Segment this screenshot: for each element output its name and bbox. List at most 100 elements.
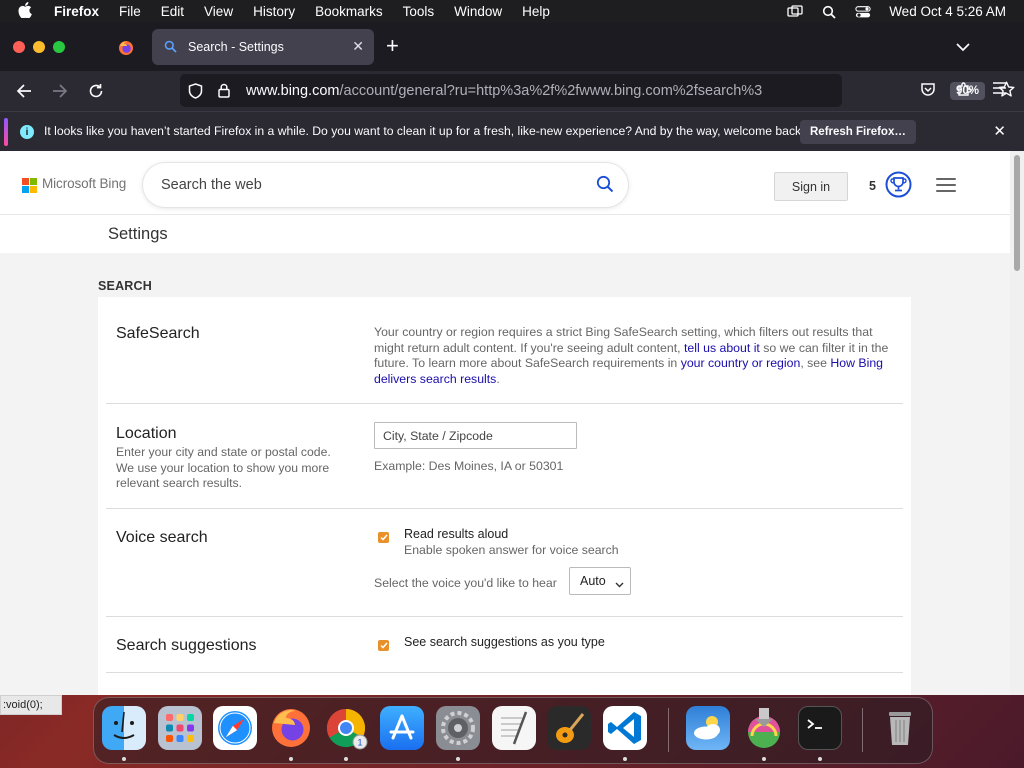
window-minimize-button[interactable] <box>33 41 45 53</box>
list-all-tabs-chevron-down-icon[interactable] <box>956 39 970 57</box>
read-aloud-label[interactable]: Read results aloud <box>404 527 508 541</box>
menu-edit[interactable]: Edit <box>161 4 184 19</box>
tab-close-icon[interactable]: ✕ <box>352 38 364 55</box>
dock-separator <box>668 708 669 752</box>
settings-running-dot <box>456 757 460 761</box>
sign-in-button[interactable]: Sign in <box>774 172 848 201</box>
bing-search-box[interactable] <box>143 163 628 207</box>
screen-mirroring-icon[interactable] <box>787 4 803 19</box>
spotlight-search-icon[interactable] <box>821 5 837 19</box>
vscode-icon[interactable] <box>603 706 647 750</box>
new-tab-button[interactable]: + <box>386 35 399 57</box>
safesearch-description: Your country or region requires a strict… <box>374 325 889 386</box>
window-maximize-button[interactable] <box>53 41 65 53</box>
extensions-puzzle-icon[interactable] <box>956 81 972 102</box>
search-suggestions-title: Search suggestions <box>116 637 257 654</box>
textedit-icon[interactable] <box>492 706 536 750</box>
dock: 1 <box>93 697 933 764</box>
info-icon: i <box>20 125 34 139</box>
installer-running-dot <box>762 757 766 761</box>
menu-history[interactable]: History <box>253 4 295 19</box>
rewards-trophy-icon[interactable] <box>885 171 912 203</box>
bing-brand-name[interactable]: Microsoft Bing <box>42 176 126 191</box>
trash-icon[interactable] <box>878 706 922 750</box>
system-settings-gear-icon[interactable] <box>436 706 480 750</box>
chrome-icon[interactable]: 1 <box>324 706 368 750</box>
bing-settings-page: Microsoft Bing Sign in 5 Settings SEARCH… <box>0 151 1010 695</box>
macos-installer-icon[interactable] <box>742 706 786 750</box>
firefox-running-dot <box>289 757 293 761</box>
site-lock-icon[interactable] <box>218 83 232 98</box>
weather-icon[interactable] <box>686 706 730 750</box>
menu-app-firefox[interactable]: Firefox <box>54 4 99 19</box>
menu-bookmarks[interactable]: Bookmarks <box>315 4 383 19</box>
location-description: Enter your city and state or postal code… <box>116 445 331 490</box>
vscode-running-dot <box>623 757 627 761</box>
terminal-running-dot <box>818 757 822 761</box>
pocket-icon[interactable] <box>920 81 936 102</box>
forward-arrow-icon[interactable] <box>50 81 70 101</box>
search-input[interactable] <box>161 174 581 196</box>
finder-icon[interactable] <box>102 706 146 750</box>
location-example: Example: Des Moines, IA or 50301 <box>374 459 564 473</box>
suggestions-checkbox[interactable] <box>378 640 389 651</box>
notification-message: It looks like you haven’t started Firefo… <box>44 124 805 138</box>
terminal-icon[interactable] <box>798 706 842 750</box>
country-region-link[interactable]: your country or region <box>681 356 801 370</box>
garageband-guitar-icon[interactable] <box>547 706 591 750</box>
notification-accent-bar <box>4 118 8 146</box>
back-arrow-icon[interactable] <box>14 81 34 101</box>
voice-select-label: Select the voice you'd like to hear <box>374 576 557 590</box>
navigation-toolbar: www.bing.com/account/general?ru=http%3a%… <box>0 71 1024 111</box>
bing-header: Microsoft Bing Sign in 5 <box>0 151 1010 215</box>
voice-search-title: Voice search <box>116 529 208 546</box>
finder-running-dot <box>122 757 126 761</box>
location-row: Location Enter your city and state or po… <box>106 404 903 509</box>
safari-icon[interactable] <box>213 706 257 750</box>
read-aloud-checkbox[interactable] <box>378 532 389 543</box>
reload-icon[interactable] <box>86 81 106 101</box>
menu-window[interactable]: Window <box>454 4 502 19</box>
search-suggestions-row: Search suggestions See search suggestion… <box>106 617 903 673</box>
refresh-firefox-notification: i It looks like you haven’t started Fire… <box>0 111 1024 151</box>
bing-menu-hamburger-icon[interactable] <box>936 178 956 196</box>
search-icon[interactable] <box>596 175 614 198</box>
control-center-icon[interactable] <box>855 5 871 19</box>
firefox-icon <box>119 41 133 55</box>
menu-bar: Firefox File Edit View History Bookmarks… <box>0 0 1024 23</box>
firefox-dock-icon[interactable] <box>269 706 313 750</box>
launchpad-icon[interactable] <box>158 706 202 750</box>
suggestions-label[interactable]: See search suggestions as you type <box>404 635 605 649</box>
window-close-button[interactable] <box>13 41 25 53</box>
address-bar[interactable]: www.bing.com/account/general?ru=http%3a%… <box>180 74 1015 107</box>
settings-bar: Settings <box>0 215 1010 253</box>
voice-search-row: Voice search Read results aloud Enable s… <box>106 509 903 617</box>
safesearch-row: SafeSearch Your country or region requir… <box>106 297 903 404</box>
notification-close-icon[interactable]: ✕ <box>993 122 1006 140</box>
tab-search-settings[interactable]: Search - Settings ✕ <box>152 29 374 65</box>
location-input[interactable] <box>374 422 577 449</box>
app-menu-hamburger-icon[interactable] <box>992 81 1007 100</box>
app-store-icon[interactable] <box>380 706 424 750</box>
menu-tools[interactable]: Tools <box>403 4 435 19</box>
menu-file[interactable]: File <box>119 4 141 19</box>
tell-us-link[interactable]: tell us about it <box>684 341 760 355</box>
page-scrollbar[interactable] <box>1010 151 1024 695</box>
refresh-firefox-button[interactable]: Refresh Firefox… <box>800 120 916 144</box>
menu-view[interactable]: View <box>204 4 233 19</box>
tracking-protection-shield-icon[interactable] <box>188 82 206 99</box>
tab-title: Search - Settings <box>188 40 284 54</box>
scrollbar-thumb[interactable] <box>1014 155 1020 271</box>
voice-select-value: Auto <box>580 574 606 588</box>
chrome-running-dot <box>344 757 348 761</box>
menu-help[interactable]: Help <box>522 4 550 19</box>
apple-icon[interactable] <box>18 1 40 22</box>
menubar-clock[interactable]: Wed Oct 4 5:26 AM <box>889 4 1006 19</box>
section-label-search: SEARCH <box>98 279 152 293</box>
voice-select-dropdown[interactable]: Auto <box>569 567 631 595</box>
pinned-tab-firefox[interactable] <box>108 35 144 61</box>
url-text[interactable]: www.bing.com/account/general?ru=http%3a%… <box>246 83 764 99</box>
read-aloud-sublabel: Enable spoken answer for voice search <box>404 543 619 557</box>
rewards-points-count[interactable]: 5 <box>869 179 876 193</box>
microsoft-logo-icon[interactable] <box>22 178 37 193</box>
